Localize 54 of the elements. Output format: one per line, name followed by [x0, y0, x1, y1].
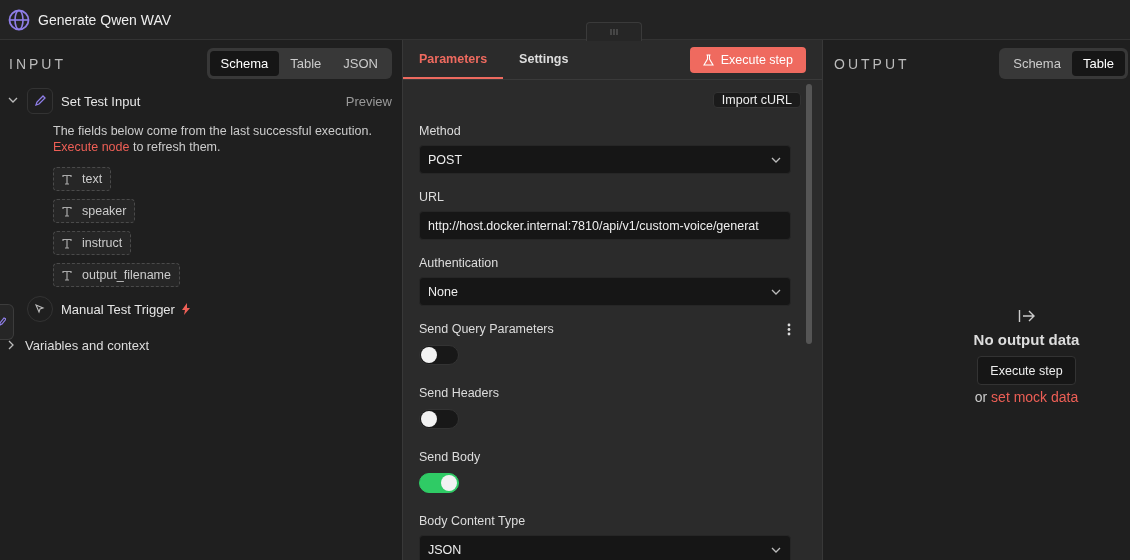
text-type-icon [62, 237, 72, 249]
notice-text: The fields below come from the last successful execution. Execute node to refresh them. [53, 123, 373, 155]
text-type-icon [62, 173, 72, 185]
select-field[interactable]: None [419, 277, 791, 306]
pencil-icon [0, 316, 6, 328]
text-type-icon [62, 269, 72, 281]
set-mock-data-link[interactable]: set mock data [991, 389, 1079, 405]
view-tab[interactable]: Table [1071, 51, 1125, 76]
text-type-icon [62, 205, 72, 217]
field-label: Authentication [419, 256, 499, 270]
resize-handle[interactable] [586, 22, 642, 41]
field-pill[interactable]: instruct [53, 231, 132, 255]
toggle-switch[interactable] [419, 409, 459, 429]
toggle-switch[interactable] [419, 345, 459, 365]
scrollbar[interactable] [806, 84, 812, 344]
preview-link[interactable]: Preview [345, 93, 392, 109]
field-pill[interactable]: speaker [53, 199, 136, 223]
lightning-icon [180, 303, 191, 315]
view-tab[interactable]: Schema [1002, 51, 1072, 76]
view-tab[interactable]: Table [279, 51, 333, 76]
or-text: or [974, 389, 988, 405]
node-name[interactable]: Manual Test Trigger [61, 301, 175, 317]
panel-tab[interactable]: Settings [503, 40, 585, 79]
field-label: Send Query Parameters [419, 322, 554, 336]
arrow-right-icon [1017, 309, 1036, 323]
field-label: Method [419, 124, 461, 138]
view-tab[interactable]: JSON [332, 51, 389, 76]
panel-title: OUTPUT [834, 55, 910, 72]
window-title: Generate Qwen WAV [38, 11, 172, 28]
field-pill[interactable]: text [53, 167, 112, 191]
more-options-icon[interactable] [787, 322, 791, 336]
panel-title: INPUT [9, 55, 66, 72]
pencil-icon [33, 94, 47, 108]
field-label: URL [419, 190, 444, 204]
execute-step-button[interactable]: Execute step [977, 356, 1076, 385]
field-label: Body Content Type [419, 514, 526, 528]
field-pill[interactable]: output_filename [53, 263, 180, 287]
empty-state-title: No output data [973, 331, 1080, 348]
node-name[interactable]: Set Test Input [61, 93, 141, 109]
select-field[interactable]: JSON [419, 535, 791, 560]
flask-icon [702, 53, 714, 66]
url-field[interactable]: http://host.docker.internal:7810/api/v1/custom-voice/generat [419, 211, 791, 240]
view-tab[interactable]: Schema [209, 51, 280, 76]
field-label: Send Body [419, 450, 481, 464]
toggle-switch[interactable] [419, 473, 459, 493]
globe-icon [8, 8, 30, 31]
cursor-icon [34, 303, 46, 315]
grip-icon [610, 28, 618, 36]
field-label: Send Headers [419, 386, 499, 400]
execute-node-link[interactable]: Execute node [53, 140, 130, 154]
panel-tab[interactable]: Parameters [403, 40, 504, 79]
import-curl-button[interactable]: Import cURL [712, 92, 801, 108]
select-field[interactable]: POST [419, 145, 791, 174]
side-tab[interactable] [0, 304, 14, 340]
